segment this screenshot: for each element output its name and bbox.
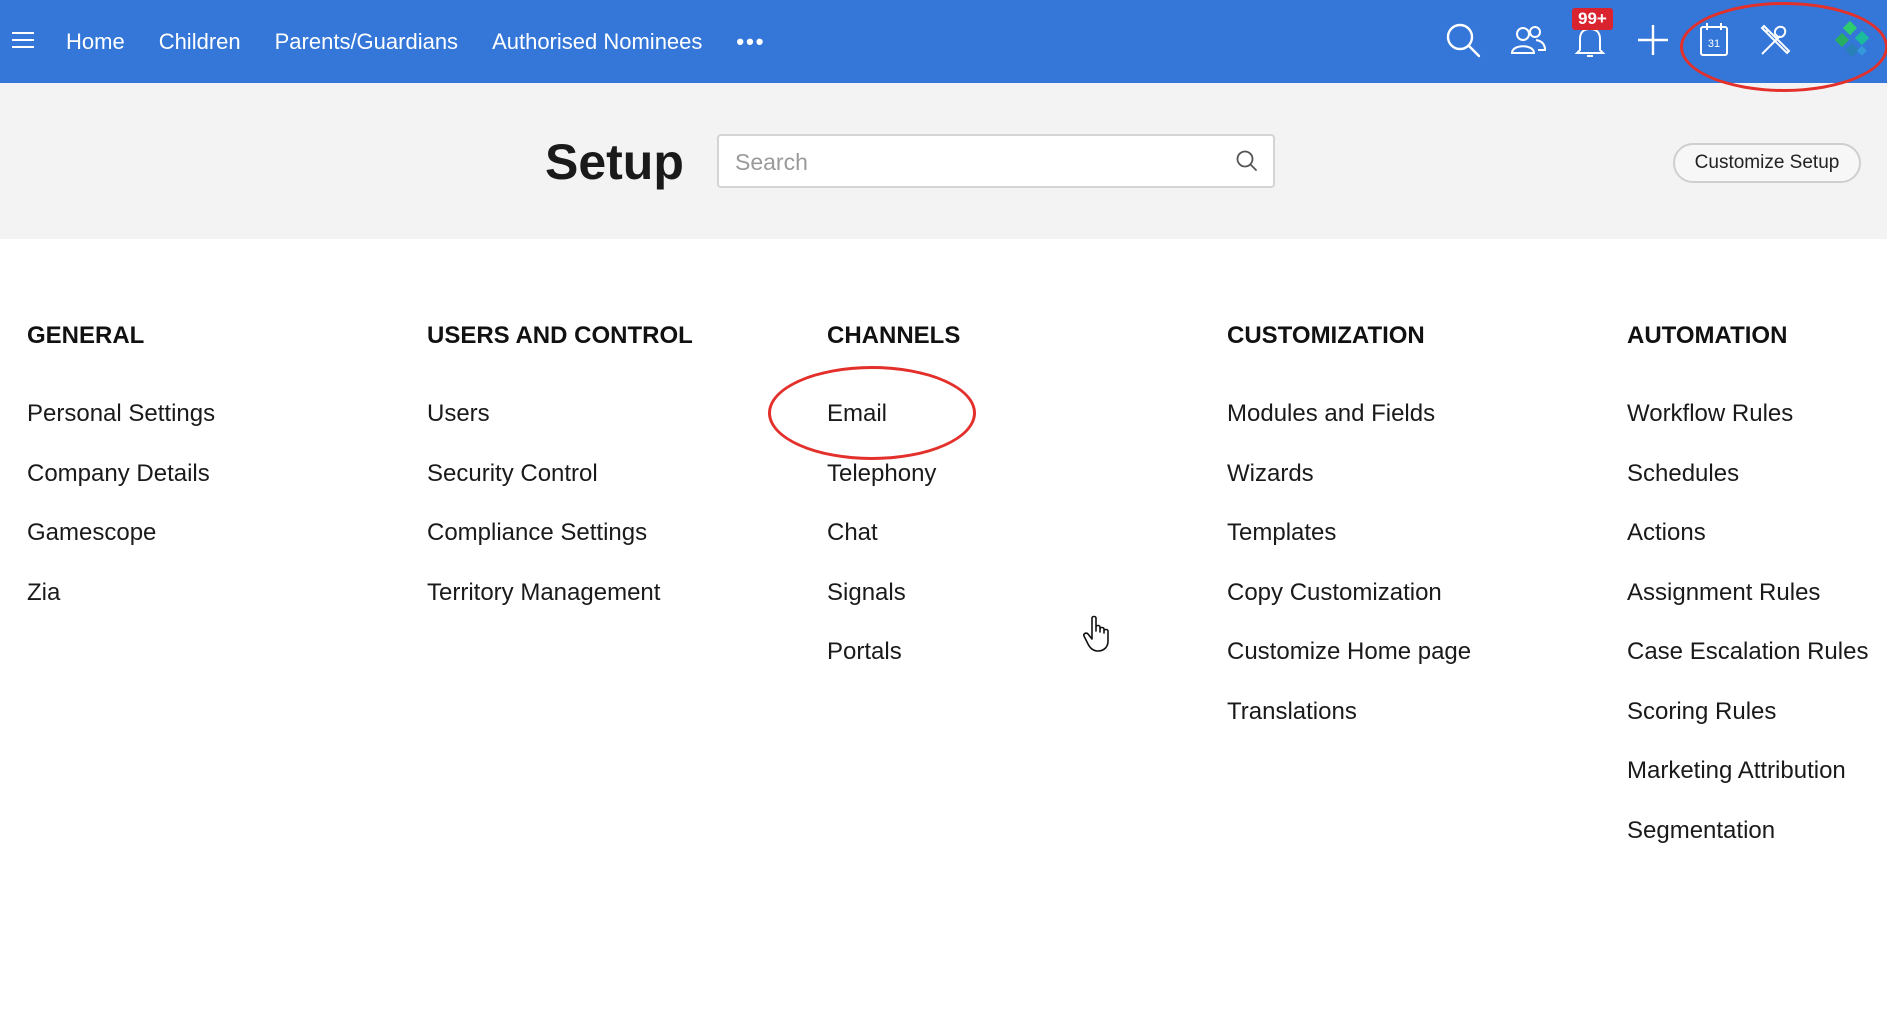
nav-tab-home[interactable]: Home <box>66 29 125 55</box>
nav-tab-parents-guardians[interactable]: Parents/Guardians <box>275 29 458 55</box>
search-icon[interactable] <box>1443 20 1483 60</box>
column-general: GENERAL Personal Settings Company Detail… <box>27 322 215 638</box>
notification-badge: 99+ <box>1572 8 1613 30</box>
calendar-day: 31 <box>1708 38 1720 50</box>
setup-link-telephony[interactable]: Telephony <box>827 460 960 520</box>
nav-tab-children[interactable]: Children <box>159 29 241 55</box>
column-users-and-control: USERS AND CONTROL Users Security Control… <box>427 322 693 638</box>
setup-link-actions[interactable]: Actions <box>1627 519 1868 579</box>
column-heading: CUSTOMIZATION <box>1227 322 1425 349</box>
column-heading: USERS AND CONTROL <box>427 322 693 349</box>
setup-link-signals[interactable]: Signals <box>827 579 960 639</box>
app-logo-icon[interactable] <box>1831 19 1875 63</box>
more-tabs-button[interactable]: ••• <box>736 29 765 55</box>
column-channels: CHANNELS Email Telephony Chat Signals Po… <box>827 322 960 698</box>
setup-link-copy-customization[interactable]: Copy Customization <box>1227 579 1471 639</box>
column-heading: GENERAL <box>27 322 145 349</box>
setup-link-workflow-rules[interactable]: Workflow Rules <box>1627 400 1868 460</box>
setup-link-compliance-settings[interactable]: Compliance Settings <box>427 519 693 579</box>
setup-link-case-escalation-rules[interactable]: Case Escalation Rules <box>1627 638 1868 698</box>
setup-link-email[interactable]: Email <box>827 400 960 460</box>
setup-link-marketing-attribution[interactable]: Marketing Attribution <box>1627 757 1868 817</box>
column-automation: AUTOMATION Workflow Rules Schedules Acti… <box>1627 322 1868 876</box>
setup-link-portals[interactable]: Portals <box>827 638 960 698</box>
top-nav-bar: Home Children Parents/Guardians Authoris… <box>0 0 1887 83</box>
setup-link-translations[interactable]: Translations <box>1227 698 1471 758</box>
setup-link-users[interactable]: Users <box>427 400 693 460</box>
setup-link-segmentation[interactable]: Segmentation <box>1627 817 1868 877</box>
setup-link-territory-management[interactable]: Territory Management <box>427 579 693 639</box>
search-input[interactable] <box>719 136 1217 188</box>
setup-link-assignment-rules[interactable]: Assignment Rules <box>1627 579 1868 639</box>
setup-link-security-control[interactable]: Security Control <box>427 460 693 520</box>
setup-link-customize-home-page[interactable]: Customize Home page <box>1227 638 1471 698</box>
page-title: Setup <box>545 134 684 190</box>
setup-link-zia[interactable]: Zia <box>27 579 215 639</box>
setup-link-schedules[interactable]: Schedules <box>1627 460 1868 520</box>
search-icon[interactable] <box>1235 149 1259 173</box>
nav-tabs: Home Children Parents/Guardians Authoris… <box>66 0 800 83</box>
setup-link-wizards[interactable]: Wizards <box>1227 460 1471 520</box>
hand-cursor-icon <box>1083 615 1109 652</box>
setup-link-company-details[interactable]: Company Details <box>27 460 215 520</box>
setup-link-chat[interactable]: Chat <box>827 519 960 579</box>
customize-setup-button[interactable]: Customize Setup <box>1673 143 1861 183</box>
setup-link-modules-and-fields[interactable]: Modules and Fields <box>1227 400 1471 460</box>
setup-link-templates[interactable]: Templates <box>1227 519 1471 579</box>
setup-search-box[interactable] <box>717 134 1275 188</box>
menu-icon[interactable] <box>12 32 34 50</box>
plus-icon[interactable] <box>1633 20 1673 60</box>
setup-link-personal-settings[interactable]: Personal Settings <box>27 400 215 460</box>
column-heading: CHANNELS <box>827 322 961 349</box>
setup-link-gamescope[interactable]: Gamescope <box>27 519 215 579</box>
setup-link-scoring-rules[interactable]: Scoring Rules <box>1627 698 1868 758</box>
calendar-icon[interactable]: 31 <box>1694 20 1734 60</box>
column-customization: CUSTOMIZATION Modules and Fields Wizards… <box>1227 322 1471 757</box>
setup-tools-icon[interactable] <box>1756 20 1796 60</box>
column-heading: AUTOMATION <box>1627 322 1788 349</box>
people-icon[interactable] <box>1508 20 1548 60</box>
nav-tab-authorised-nominees[interactable]: Authorised Nominees <box>492 29 702 55</box>
setup-header: Setup Customize Setup <box>0 83 1887 239</box>
